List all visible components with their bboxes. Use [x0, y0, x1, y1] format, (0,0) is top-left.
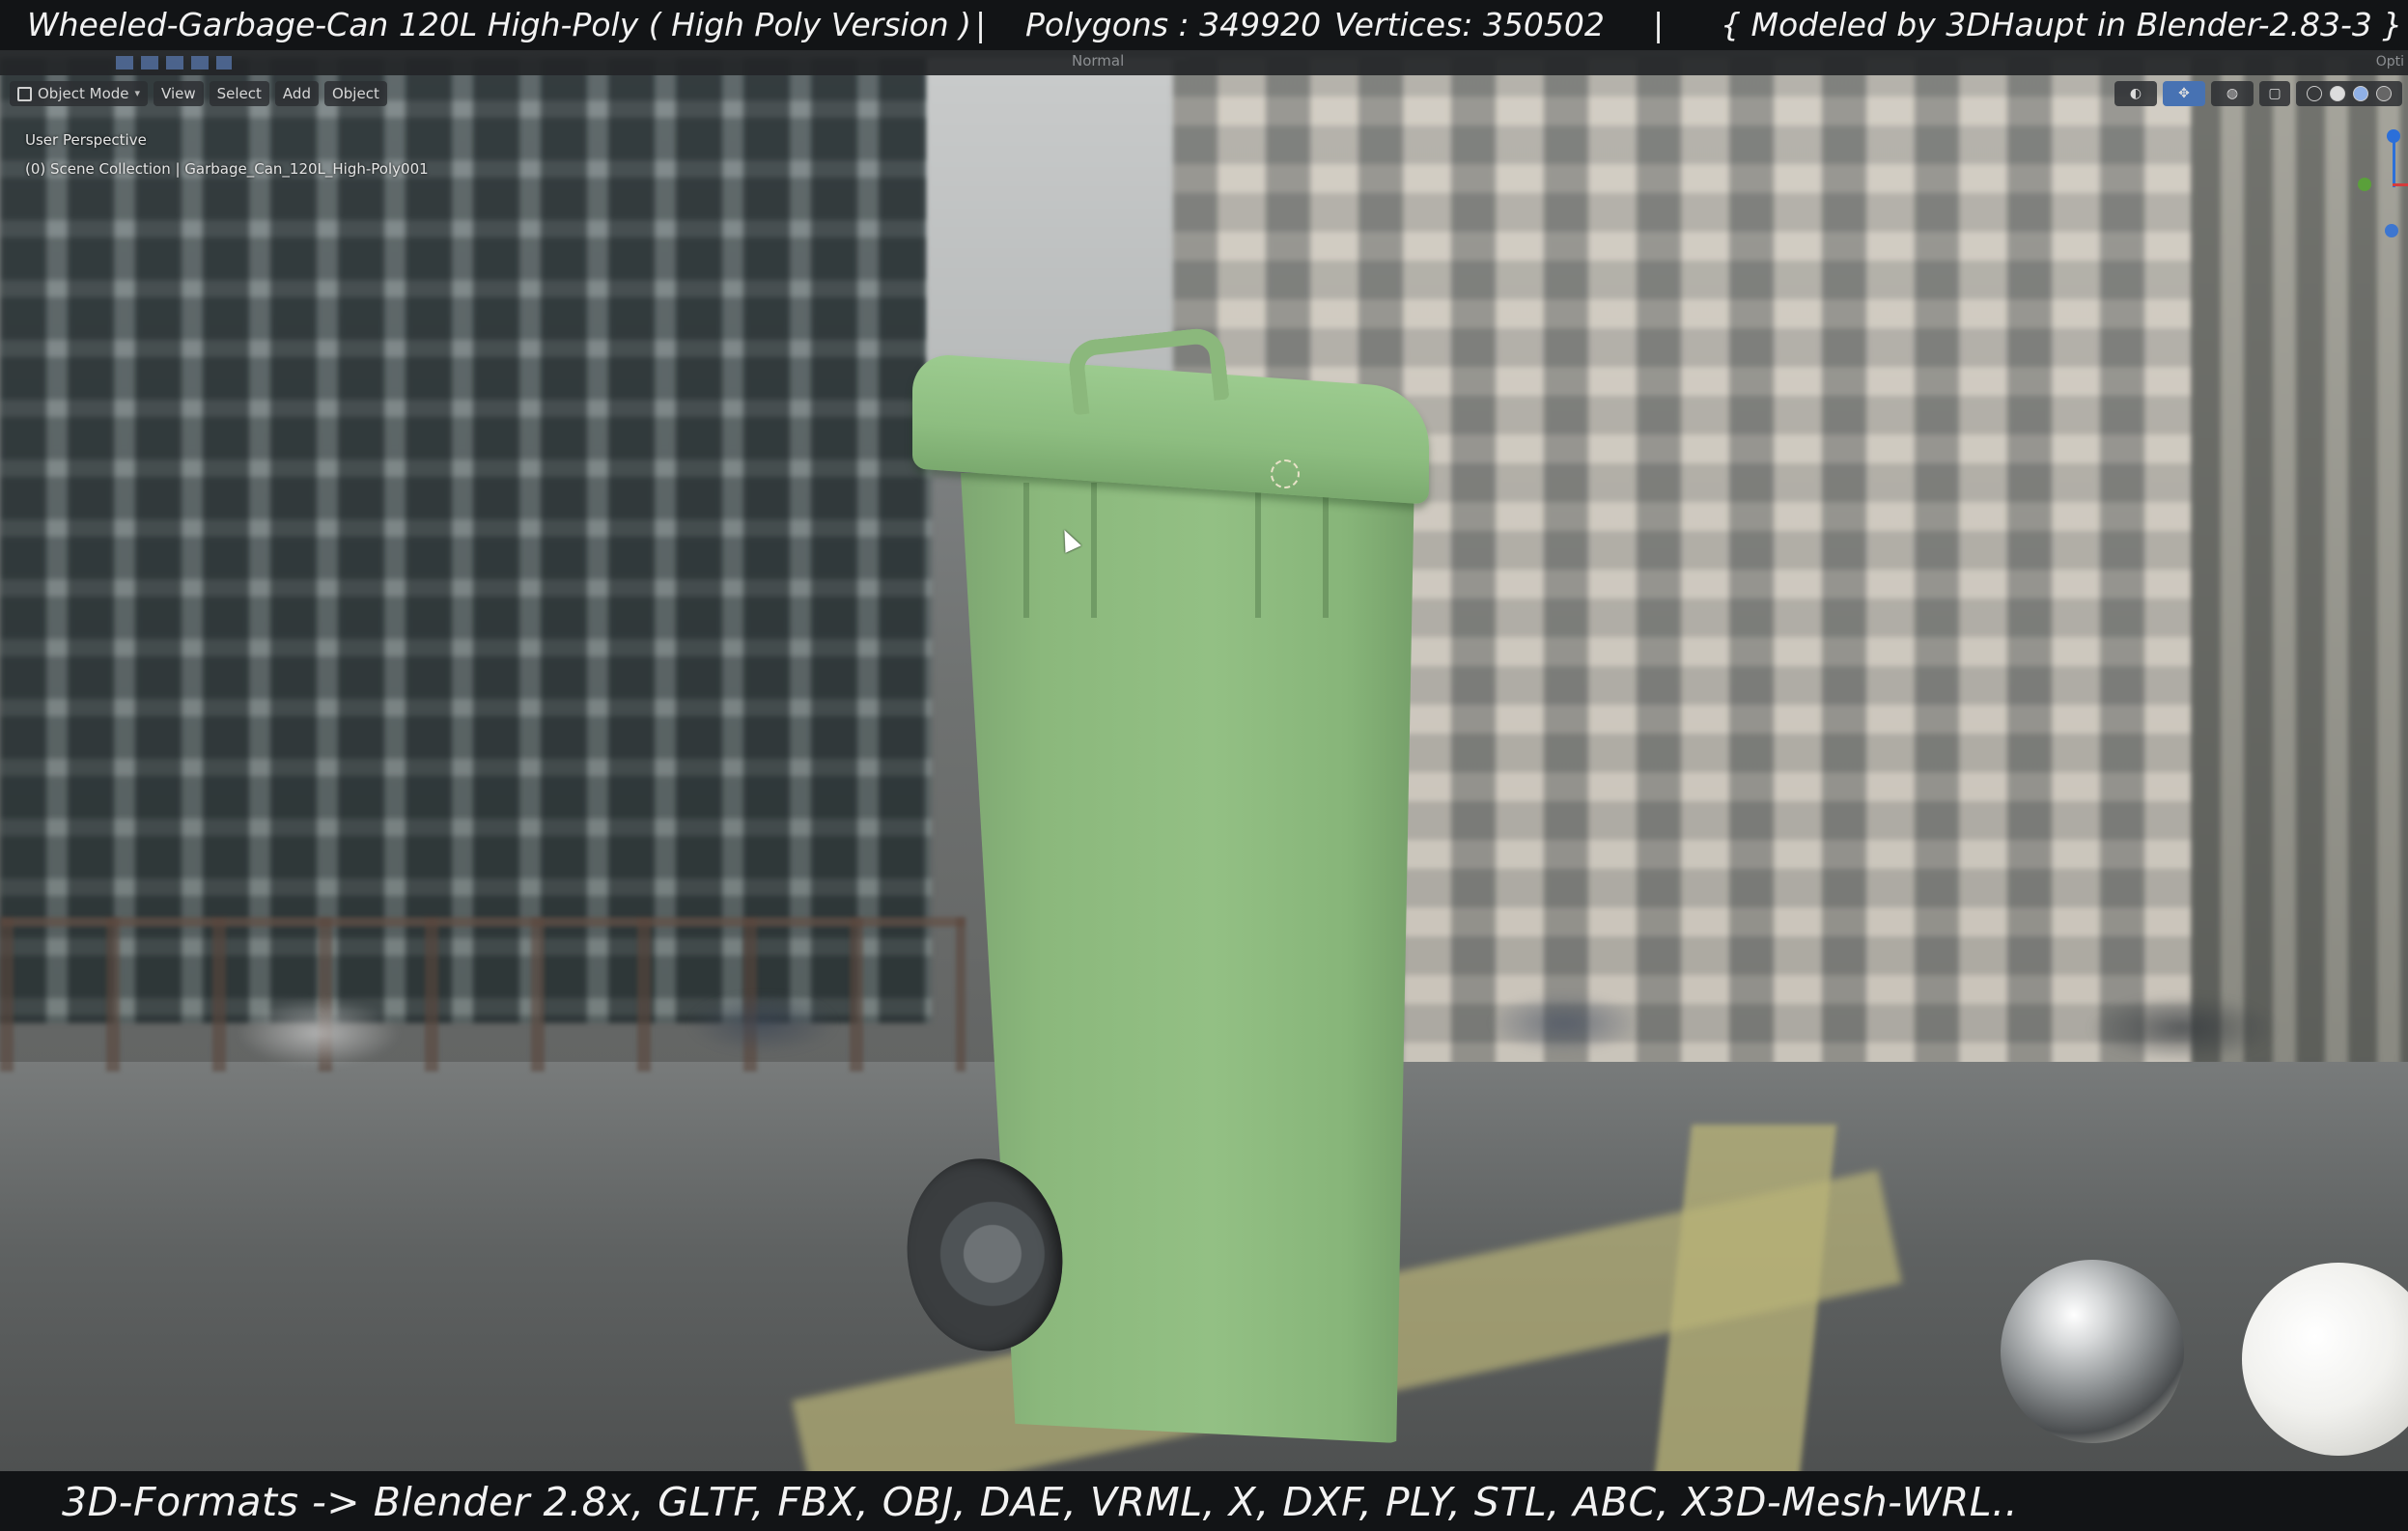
viewport-info: User Perspective (0) Scene Collection | … [25, 125, 429, 183]
separator: | [975, 6, 987, 43]
garbage-can-model[interactable] [894, 325, 1506, 1458]
gizmo-x-axis [2393, 183, 2408, 186]
formats-list: 3D-Formats -> Blender 2.8x, GLTF, FBX, O… [62, 1479, 2019, 1525]
solid-shading-icon[interactable] [2330, 86, 2345, 101]
gizmo-toggle-icon[interactable]: ✥ [2163, 81, 2205, 106]
object-mode-dropdown[interactable]: Object Mode ▾ [10, 81, 149, 106]
can-rib [1323, 483, 1329, 618]
xray-icon[interactable]: ▢ [2259, 81, 2290, 106]
view-perspective-label: User Perspective [25, 131, 147, 149]
workspace-icons[interactable] [116, 56, 232, 70]
viewport-header: Object Mode ▾ View Select Add Object [10, 81, 387, 106]
options-button[interactable]: Opti [2376, 54, 2404, 70]
mode-label: Object Mode [38, 85, 129, 102]
collection-label: (0) Scene Collection | Garbage_Can_120L_… [25, 160, 429, 178]
visibility-icon[interactable]: ◐ [2114, 81, 2157, 106]
wireframe-shading-icon[interactable] [2307, 86, 2322, 101]
rendered-shading-icon[interactable] [2376, 86, 2392, 101]
info-overlay-bottom: 3D-Formats -> Blender 2.8x, GLTF, FBX, O… [0, 1471, 2408, 1531]
background-building-left [0, 58, 932, 1023]
gizmo-neg-z-handle[interactable] [2385, 224, 2398, 237]
material-shading-icon[interactable] [2353, 86, 2368, 101]
can-rib [1023, 483, 1029, 618]
vertex-count: Vertices: 350502 [1334, 6, 1605, 43]
menu-view[interactable]: View [154, 81, 204, 106]
model-title: Wheeled-Garbage-Can 120L High-Poly ( Hig… [27, 6, 972, 43]
navigation-gizmo-icon[interactable] [2346, 125, 2408, 251]
hdri-chrome-sphere [2001, 1260, 2184, 1443]
menu-add[interactable]: Add [274, 81, 319, 106]
menu-select[interactable]: Select [209, 81, 269, 106]
info-overlay-top: Wheeled-Garbage-Can 120L High-Poly ( Hig… [0, 0, 2408, 50]
3d-viewport[interactable] [0, 0, 2408, 1531]
modeler-credit: { Modeled by 3DHaupt in Blender-2.83-3 } [1721, 6, 2403, 43]
overlay-icon[interactable]: ◍ [2211, 81, 2254, 106]
gizmo-y-handle[interactable] [2358, 178, 2371, 191]
gizmo-z-handle[interactable] [2387, 129, 2400, 143]
chevron-down-icon: ▾ [134, 87, 141, 99]
object-mode-icon [17, 86, 32, 101]
orientation-dropdown[interactable]: Normal [1072, 52, 1124, 70]
object-origin-icon[interactable] [1271, 459, 1300, 488]
blender-header: Normal Opti [0, 50, 2408, 75]
can-rib [1091, 483, 1097, 618]
menu-object[interactable]: Object [323, 81, 387, 106]
shading-mode-buttons [2296, 81, 2402, 106]
gizmo-z-axis [2393, 141, 2395, 187]
polygon-count: Polygons : 349920 [1025, 6, 1322, 43]
separator: | [1653, 6, 1665, 43]
can-rib [1255, 483, 1261, 618]
viewport-header-right: ◐ ✥ ◍ ▢ [2114, 81, 2402, 106]
